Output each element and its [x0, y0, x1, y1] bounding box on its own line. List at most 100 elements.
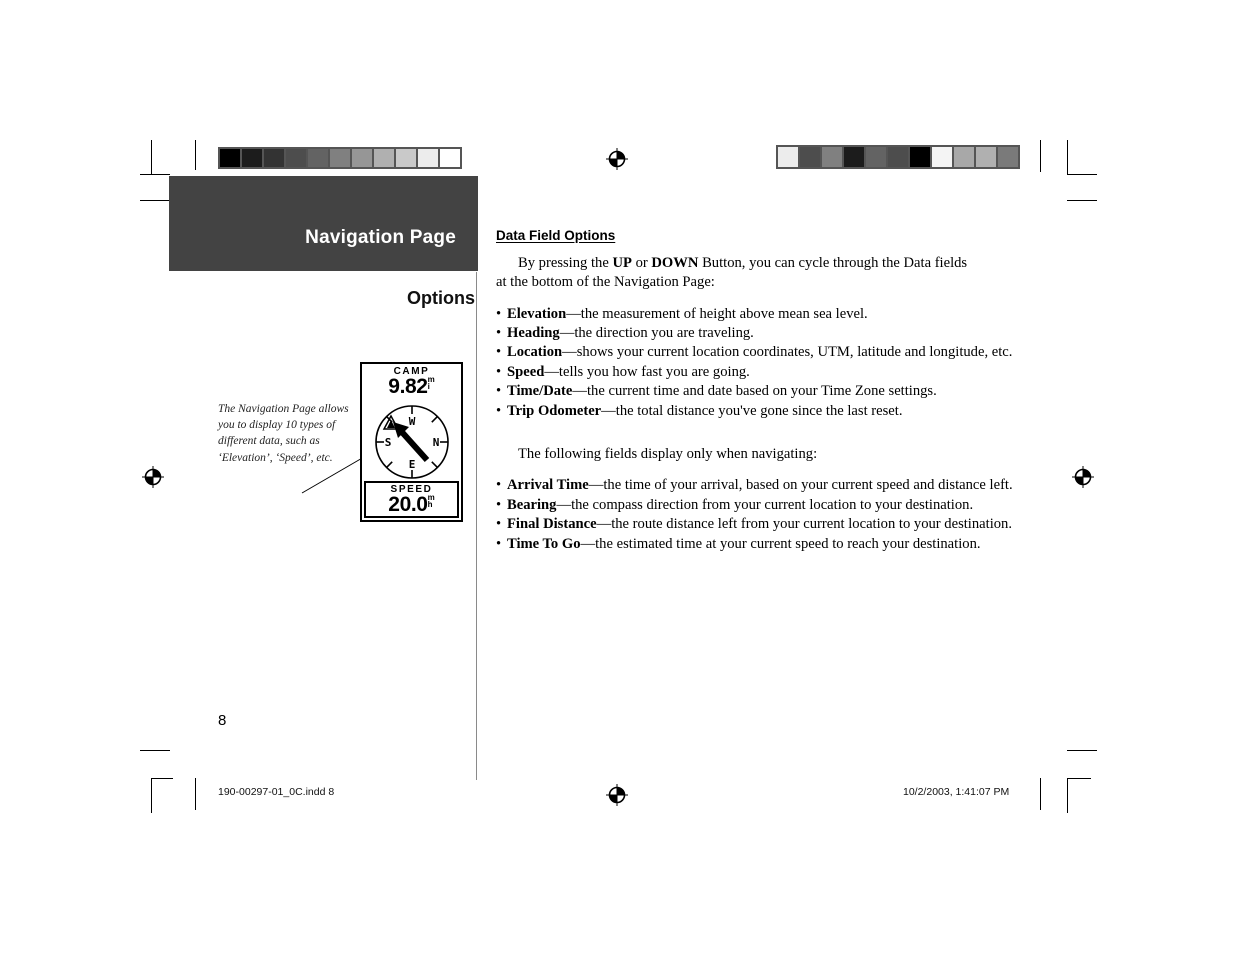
footer-timestamp: 10/2/2003, 1:41:07 PM [903, 786, 1010, 798]
gps-bottom-field-value: 20.0 [388, 493, 428, 516]
svg-text:E: E [408, 458, 415, 471]
registration-mark-left-middle [142, 466, 164, 488]
gray-swatch-0 [220, 149, 240, 167]
intro-bold-up: UP [612, 255, 632, 271]
gray-swatch-6 [910, 147, 930, 167]
grayscale-calibration-bar-right [776, 145, 1020, 169]
registration-mark-right-middle [1072, 466, 1094, 488]
trim-mark-top-right-lower [1067, 200, 1097, 201]
gps-top-unit-line2: i [427, 382, 430, 391]
list-item: Arrival Time—the time of your arrival, b… [496, 476, 1013, 496]
document-page: Navigation Page Options The Navigation P… [0, 0, 1235, 954]
crop-mark-bottom-right-inner [1040, 778, 1041, 810]
gray-swatch-9 [418, 149, 438, 167]
data-fields-bullet-list: Elevation—the measurement of height abov… [496, 305, 1012, 422]
field-term: Speed [507, 363, 545, 380]
trim-mark-bottom-right [1067, 750, 1097, 751]
field-description: —the direction you are traveling. [559, 325, 754, 341]
gray-swatch-3 [844, 147, 864, 167]
gray-swatch-4 [866, 147, 886, 167]
gray-swatch-1 [800, 147, 820, 167]
field-term: Trip Odometer [507, 402, 602, 419]
list-item: Speed—tells you how fast you are going. [496, 363, 978, 383]
crop-mark-top-right-outer [1067, 140, 1068, 175]
field-description: —the total distance you've gone since th… [601, 402, 903, 419]
gray-swatch-9 [976, 147, 996, 167]
field-description: —the compass direction from your current… [556, 496, 974, 513]
gray-swatch-10 [440, 149, 460, 167]
field-term: Location [507, 344, 563, 361]
gray-swatch-8 [396, 149, 416, 167]
crop-mark-top-left-outer [151, 140, 152, 175]
gray-swatch-5 [330, 149, 350, 167]
field-term: Bearing [507, 496, 557, 513]
list-item: Location—shows your current location coo… [496, 343, 1012, 363]
crop-mark-bottom-right-corner [1067, 778, 1091, 779]
svg-text:S: S [384, 436, 391, 449]
gray-swatch-5 [888, 147, 908, 167]
intro-part-1: By pressing the [518, 255, 613, 271]
intro-bold-down: DOWN [651, 255, 699, 271]
intro-paragraph: By pressing the UP or DOWN Button, you c… [496, 254, 978, 293]
figure-caption: The Navigation Page allows you to displa… [218, 403, 349, 464]
list-item: Trip Odometer—the total distance you've … [496, 402, 978, 422]
field-description: —tells you how fast you are going. [544, 363, 750, 380]
trim-mark-top-left-lower [140, 200, 170, 201]
list-item: Time To Go—the estimated time at your cu… [496, 535, 981, 555]
registration-mark-bottom-center [606, 784, 628, 806]
gps-bottom-field-unit: mh [427, 494, 435, 509]
gps-bottom-field-value-row: 20.0m h [366, 493, 457, 516]
crop-mark-bottom-left-outer [151, 778, 152, 813]
gps-top-field-value-row: 9.82m i [362, 376, 461, 398]
gray-swatch-8 [954, 147, 974, 167]
field-description: —the measurement of height above mean se… [566, 305, 868, 322]
column-divider-rule [476, 272, 477, 780]
navigating-fields-bullet-list: Arrival Time—the time of your arrival, b… [496, 476, 1013, 555]
compass-rose: W N E S [374, 405, 449, 479]
list-item: Final Distance—the route distance left f… [496, 515, 1012, 535]
gray-swatch-3 [286, 149, 306, 167]
field-term: Final Distance [507, 516, 597, 533]
gray-swatch-0 [778, 147, 798, 167]
svg-text:W: W [408, 415, 415, 428]
grayscale-calibration-bar-left [218, 147, 462, 169]
svg-text:N: N [432, 436, 439, 449]
field-description: —the current time and date based on your… [572, 383, 937, 400]
field-description: —the time of your arrival, based on your… [588, 477, 1013, 494]
gps-bottom-unit-line2: h [427, 500, 433, 509]
field-term: Time/Date [507, 383, 573, 400]
list-item: Elevation—the measurement of height abov… [496, 305, 978, 325]
field-term: Elevation [507, 305, 567, 322]
page-number: 8 [218, 712, 227, 729]
gray-swatch-10 [998, 147, 1018, 167]
crop-mark-top-left-inner [195, 140, 196, 170]
field-term: Time To Go [507, 535, 581, 552]
field-term: Arrival Time [507, 477, 589, 494]
crop-mark-bottom-left-inner [195, 778, 196, 810]
body-section-heading: Data Field Options [496, 228, 616, 243]
field-description: —the route distance left from your curre… [596, 516, 1012, 533]
navigating-intro-paragraph: The following fields display only when n… [518, 446, 818, 463]
gps-screen-lower-field: SPEED 20.0m h [364, 481, 459, 518]
trim-mark-top-left-upper [140, 174, 170, 175]
gray-swatch-4 [308, 149, 328, 167]
gray-swatch-7 [932, 147, 952, 167]
crop-mark-top-right-inner [1040, 140, 1041, 172]
crop-mark-bottom-left-corner [151, 778, 173, 779]
gray-swatch-2 [822, 147, 842, 167]
gps-screen-upper-area: CAMP 9.82m i W N E S [362, 364, 461, 483]
gray-swatch-1 [242, 149, 262, 167]
trim-mark-top-right-upper [1067, 174, 1097, 175]
gps-navigation-screen-figure: CAMP 9.82m i W N E S SPEED 20.0m h [360, 362, 463, 522]
intro-part-2: or [631, 255, 652, 271]
chapter-title: Navigation Page [305, 227, 456, 248]
gps-top-field-unit: mi [427, 376, 435, 391]
crop-mark-bottom-right-outer [1067, 778, 1068, 813]
footer-file-name: 190-00297-01_0C.indd 8 [218, 786, 335, 798]
body-text-column: Data Field Options By pressing the UP or… [496, 228, 1013, 555]
list-item: Bearing—the compass direction from your … [496, 496, 978, 516]
list-item: Heading—the direction you are traveling. [496, 324, 978, 344]
gray-swatch-6 [352, 149, 372, 167]
trim-mark-bottom-left [140, 750, 170, 751]
section-heading: Options [407, 288, 475, 308]
